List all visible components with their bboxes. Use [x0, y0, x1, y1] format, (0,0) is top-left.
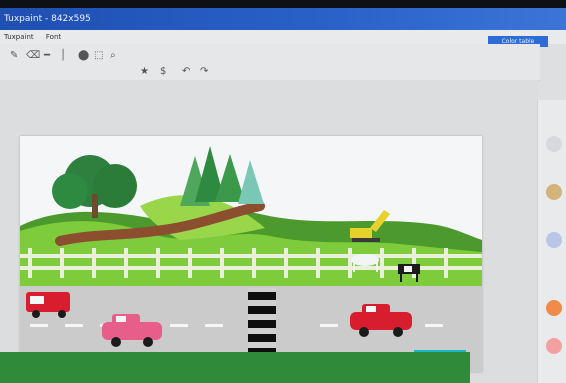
zoom-icon[interactable]: ⌕	[110, 50, 116, 61]
redo-icon[interactable]: ↷	[200, 66, 208, 77]
canvas-scene	[20, 136, 482, 372]
dollar-icon[interactable]: $	[160, 66, 166, 77]
drawing-canvas[interactable]	[20, 136, 482, 372]
side-panel-icon-3[interactable]	[546, 232, 562, 248]
side-panel	[537, 100, 566, 383]
menu-item-font[interactable]: Font	[46, 33, 61, 41]
stamp-icon[interactable]: ⬤	[78, 50, 89, 61]
side-panel-icon-4[interactable]	[546, 300, 562, 316]
vertical-line-icon[interactable]: │	[60, 50, 66, 61]
side-panel-icon-2[interactable]	[546, 184, 562, 200]
toolbar: ✎ ⌫ ━ │ ⬤ ⬚ ⌕ ★ $ ↶ ↷	[0, 44, 540, 81]
side-panel-icon-1[interactable]	[546, 136, 562, 152]
window-title: Tuxpaint - 842x595	[4, 14, 91, 24]
select-icon[interactable]: ⬚	[94, 50, 103, 61]
side-panel-icon-5[interactable]	[546, 338, 562, 354]
star-icon[interactable]: ★	[140, 66, 149, 77]
menu-item-tuxpaint[interactable]: Tuxpaint	[4, 33, 34, 41]
undo-icon[interactable]: ↶	[182, 66, 190, 77]
line-icon[interactable]: ━	[44, 50, 50, 61]
canvas-bottom-green-band	[0, 352, 470, 383]
menu-bar: Tuxpaint Font	[0, 30, 566, 44]
window-titlebar: Tuxpaint - 842x595	[0, 8, 566, 30]
pencil-icon[interactable]: ✎	[10, 50, 18, 61]
eraser-icon[interactable]: ⌫	[26, 50, 40, 61]
